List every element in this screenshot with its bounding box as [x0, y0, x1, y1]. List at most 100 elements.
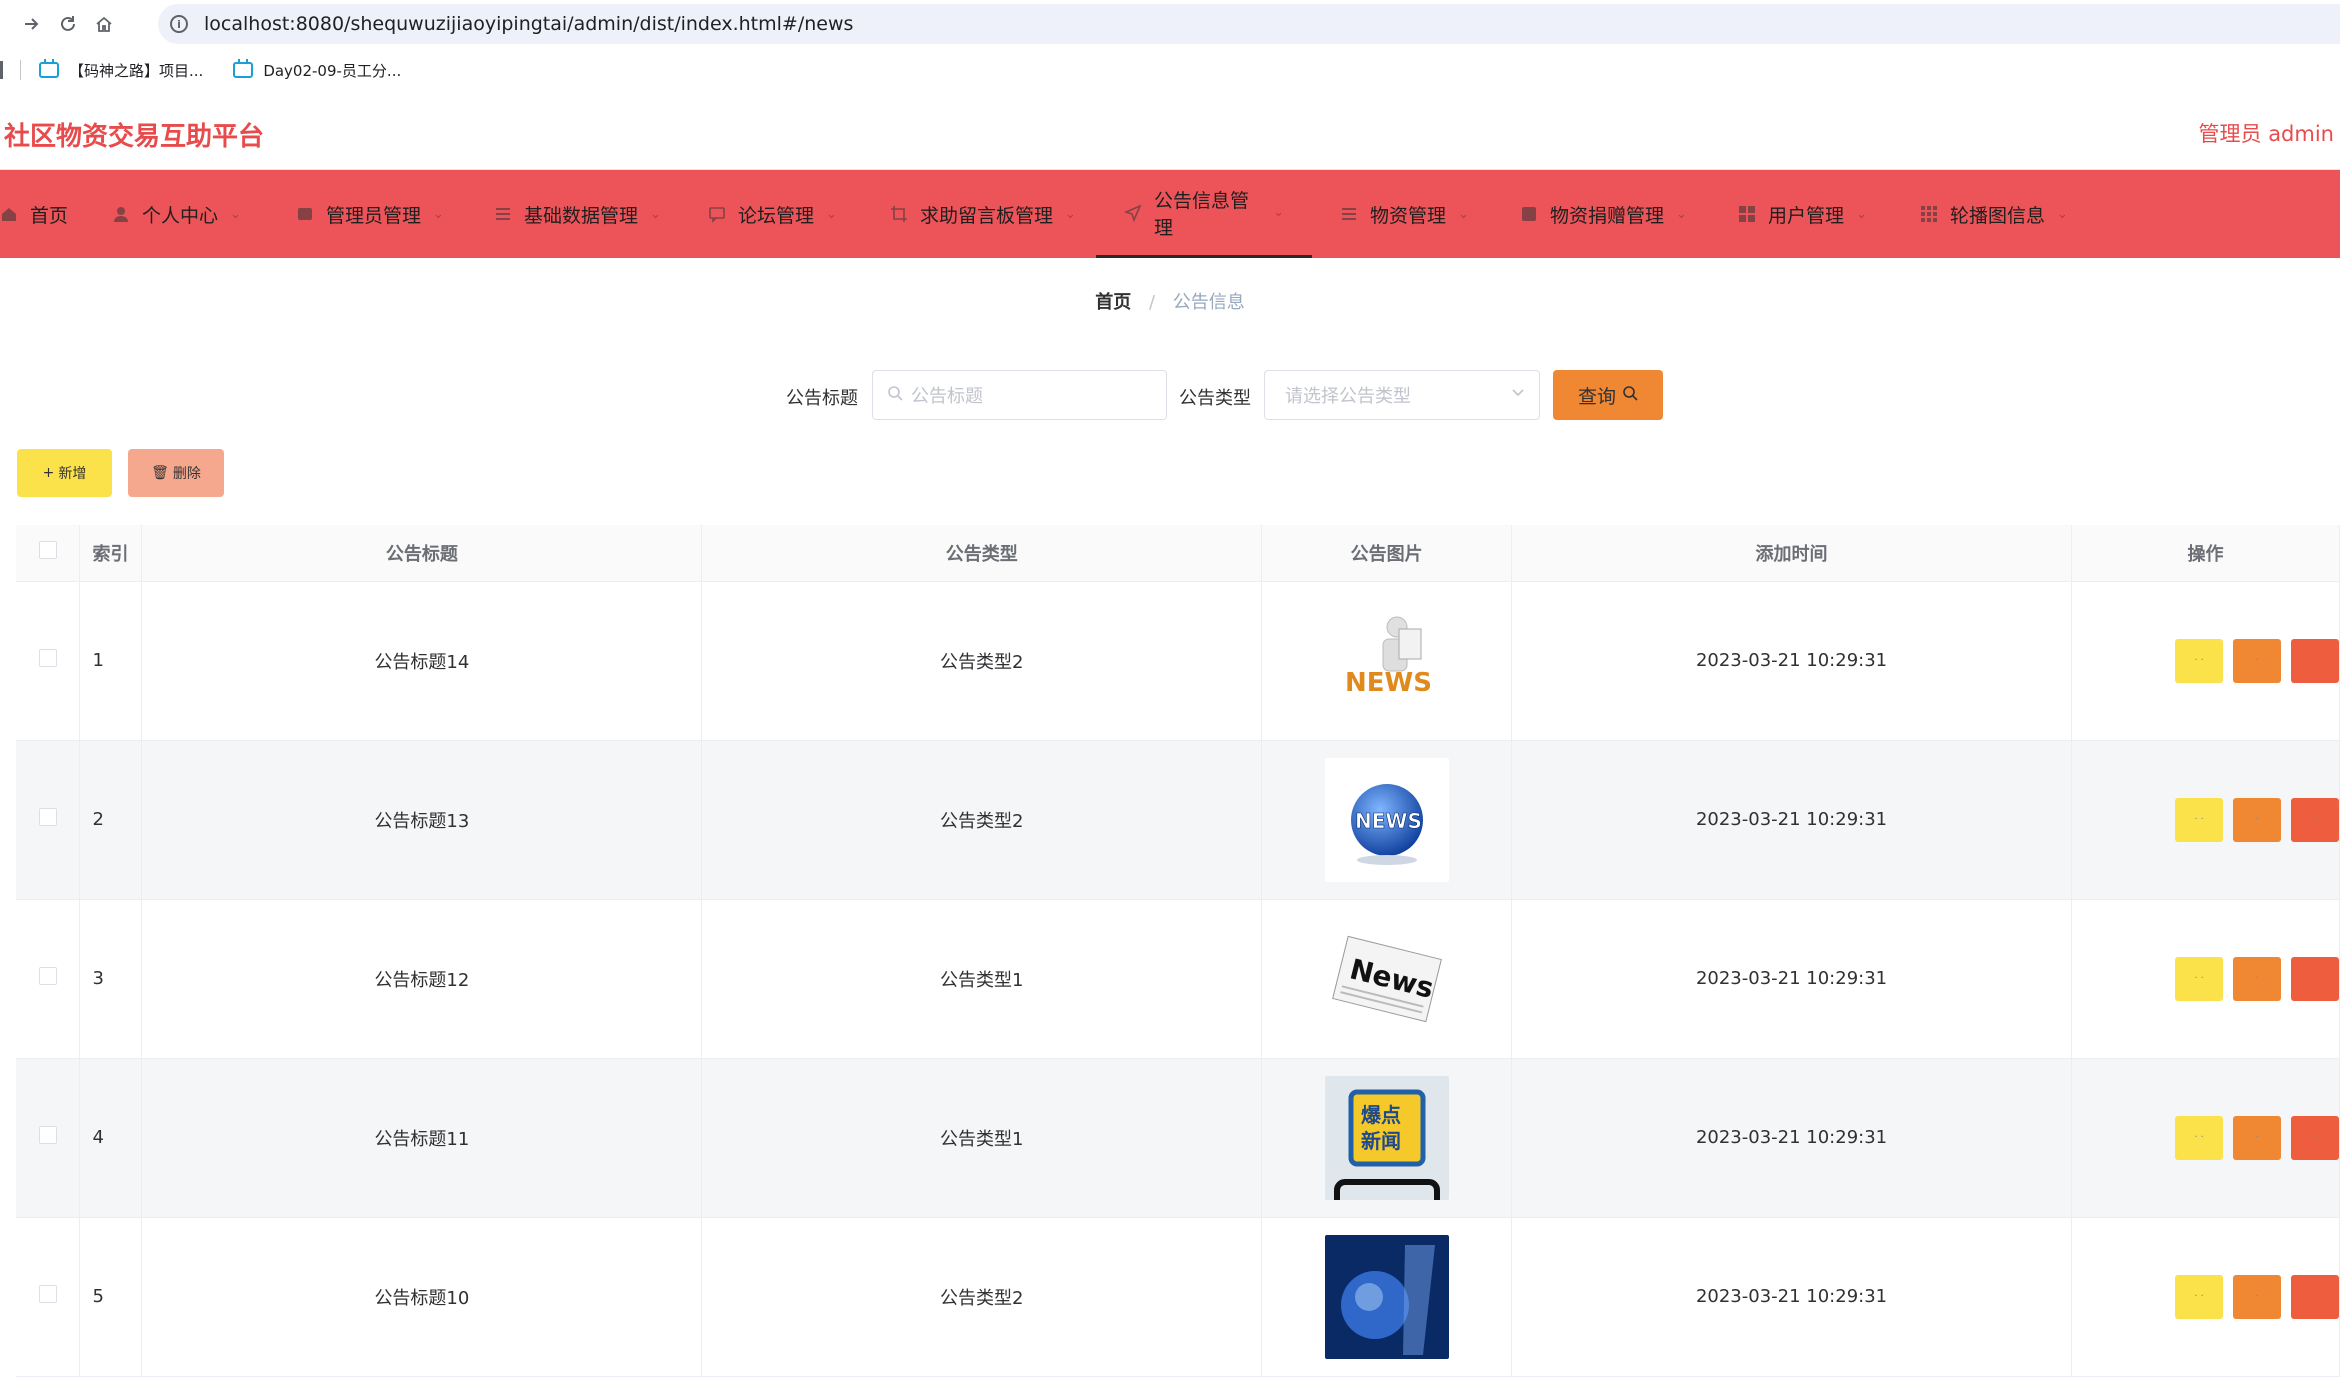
apps-icon [1920, 205, 1938, 223]
column-header-title: 公告标题 [141, 525, 703, 582]
edit-button[interactable]: · [2233, 1274, 2281, 1319]
add-button[interactable]: + 新增 [17, 449, 112, 497]
bookmark-1-label: 【码神之路】项目... [69, 61, 204, 80]
bilibili-icon [233, 59, 254, 78]
row-time: 2023-03-21 10:29:31 [1511, 1217, 2072, 1377]
chevron-down-icon: ⌄ [433, 206, 444, 222]
delete-button[interactable]: 🗑 删除 [128, 449, 224, 497]
browser-toolbar: i localhost:8080/shequwuzijiaoyipingtai/… [0, 0, 2340, 48]
nav-item-donation[interactable]: 物资捐赠管理 ⌄ [1520, 170, 1687, 258]
newspaper-image: News [1324, 916, 1449, 1041]
row-index: 2 [79, 740, 143, 900]
row-time: 2023-03-21 10:29:31 [1511, 899, 2072, 1059]
bookmark-2[interactable]: Day02-09-员工分... [233, 59, 402, 81]
edit-button[interactable]: · [2233, 1115, 2281, 1160]
view-button[interactable]: · · [2175, 1274, 2223, 1319]
row-checkbox[interactable] [38, 1285, 57, 1303]
user-icon [112, 205, 130, 223]
breadcrumb-current: 公告信息 [1172, 292, 1245, 313]
row-time: 2023-03-21 10:29:31 [1511, 1058, 2072, 1218]
nav-item-label: 用户管理 [1768, 204, 1845, 227]
app-title: 社区物资交易互助平台 [4, 122, 265, 152]
title-search-input[interactable]: 公告标题 [872, 370, 1167, 420]
delete-row-button[interactable]: · [2291, 797, 2339, 842]
nav-item-label: 物资管理 [1370, 204, 1447, 227]
nav-item-users[interactable]: 用户管理 ⌄ [1738, 170, 1867, 258]
nav-item-label: 首页 [30, 204, 69, 227]
row-time: 2023-03-21 10:29:31 [1511, 740, 2072, 900]
notice-table: 索引 公告标题 公告类型 公告图片 添加时间 操作 1 公告标题14 公告类型2… [16, 525, 2340, 1377]
app-header: 社区物资交易互助平台 管理员 admin [0, 96, 2340, 170]
nav-item-personal[interactable]: 个人中心 ⌄ [112, 170, 241, 258]
row-type: 公告类型1 [701, 899, 1263, 1059]
nav-item-carousel[interactable]: 轮播图信息 ⌄ [1920, 170, 2068, 258]
top-nav: 首页 个人中心 ⌄ 管理员管理 ⌄ 基础数据管理 ⌄ 论坛管理 ⌄ 求助留言板管… [0, 170, 2340, 258]
view-button[interactable]: · · [2175, 956, 2223, 1001]
row-checkbox[interactable] [38, 967, 57, 985]
row-type: 公告类型2 [701, 740, 1263, 900]
edit-button[interactable]: · [2233, 956, 2281, 1001]
user-label[interactable]: 管理员 admin [2199, 118, 2334, 148]
nav-item-basedata[interactable]: 基础数据管理 ⌄ [494, 170, 661, 258]
breadcrumb-home[interactable]: 首页 [1095, 292, 1131, 313]
bookmark-2-label: Day02-09-员工分... [263, 61, 402, 80]
nav-item-admin[interactable]: 管理员管理 ⌄ [296, 170, 444, 258]
chat-icon [708, 205, 726, 223]
query-button[interactable]: 查询 [1553, 370, 1663, 420]
row-checkbox[interactable] [38, 808, 57, 826]
edit-button[interactable]: · [2233, 797, 2281, 842]
breadcrumb-separator: / [1148, 292, 1156, 313]
nav-item-notice[interactable]: 公告信息管理 ⌄ [1096, 170, 1312, 258]
row-title: 公告标题11 [141, 1058, 703, 1218]
bilibili-icon [39, 59, 59, 78]
home-browser-icon[interactable] [92, 12, 116, 36]
delete-row-button[interactable]: · [2291, 638, 2339, 683]
title-filter-label: 公告标题 [786, 388, 858, 409]
type-filter-label: 公告类型 [1179, 388, 1251, 409]
nav-item-label: 公告信息管理 [1154, 189, 1250, 239]
delete-row-button[interactable]: · [2291, 1115, 2339, 1160]
bookmarks-bar: 【码神之路】项目... Day02-09-员工分... [0, 52, 2340, 88]
address-bar[interactable]: i localhost:8080/shequwuzijiaoyipingtai/… [158, 4, 2340, 44]
bookmark-1[interactable]: 【码神之路】项目... [39, 59, 204, 81]
news-3d-man-image: NEWS [1324, 598, 1449, 723]
chevron-down-icon: ⌄ [1273, 205, 1284, 220]
view-button[interactable]: · · [2175, 1115, 2223, 1160]
site-info-icon[interactable]: i [170, 15, 188, 33]
chevron-down-icon: ⌄ [230, 206, 241, 222]
nav-item-forum[interactable]: 论坛管理 ⌄ [708, 170, 837, 258]
nav-item-home[interactable]: 首页 [0, 170, 68, 258]
table-header-row: 索引 公告标题 公告类型 公告图片 添加时间 操作 [16, 525, 2340, 582]
delete-row-button[interactable]: · [2291, 1274, 2339, 1319]
nav-item-label: 物资捐赠管理 [1550, 204, 1665, 227]
select-all-cell[interactable] [16, 525, 81, 582]
row-checkbox[interactable] [38, 649, 57, 667]
row-checkbox[interactable] [38, 1126, 57, 1144]
reload-icon[interactable] [56, 12, 80, 36]
home-icon [0, 205, 18, 223]
row-image-cell: NEWS [1261, 740, 1513, 900]
select-all-checkbox[interactable] [38, 541, 57, 560]
delete-row-button[interactable]: · [2291, 956, 2339, 1001]
svg-text:新闻: 新闻 [1361, 1129, 1401, 1153]
type-select[interactable]: 请选择公告类型 [1264, 370, 1540, 420]
edit-button[interactable]: · [2233, 638, 2281, 683]
admin-icon [296, 205, 314, 223]
view-button[interactable]: · · [2175, 797, 2223, 842]
crop-icon [890, 205, 908, 223]
table-row: 2 公告标题13 公告类型2 NEWS 2023-03-21 10:29:31 … [16, 740, 2340, 900]
svg-text:NEWS: NEWS [1355, 809, 1422, 833]
row-image-cell: 爆点 新闻 [1261, 1058, 1513, 1218]
nav-item-goods[interactable]: 物资管理 ⌄ [1340, 170, 1469, 258]
row-index: 1 [79, 581, 143, 741]
title-search-placeholder: 公告标题 [911, 386, 983, 407]
breadcrumb: 首页 / 公告信息 [0, 288, 2340, 314]
address-url[interactable]: localhost:8080/shequwuzijiaoyipingtai/ad… [204, 13, 853, 35]
breaking-news-image: 爆点 新闻 [1324, 1075, 1449, 1200]
table-row: 1 公告标题14 公告类型2 NEWS 2023-03-21 10:29:31 … [16, 581, 2340, 741]
nav-item-helpboard[interactable]: 求助留言板管理 ⌄ [890, 170, 1076, 258]
column-header-image: 公告图片 [1261, 525, 1513, 582]
apps-icon[interactable] [0, 61, 4, 79]
view-button[interactable]: · · [2175, 638, 2223, 683]
forward-icon[interactable] [20, 12, 44, 36]
